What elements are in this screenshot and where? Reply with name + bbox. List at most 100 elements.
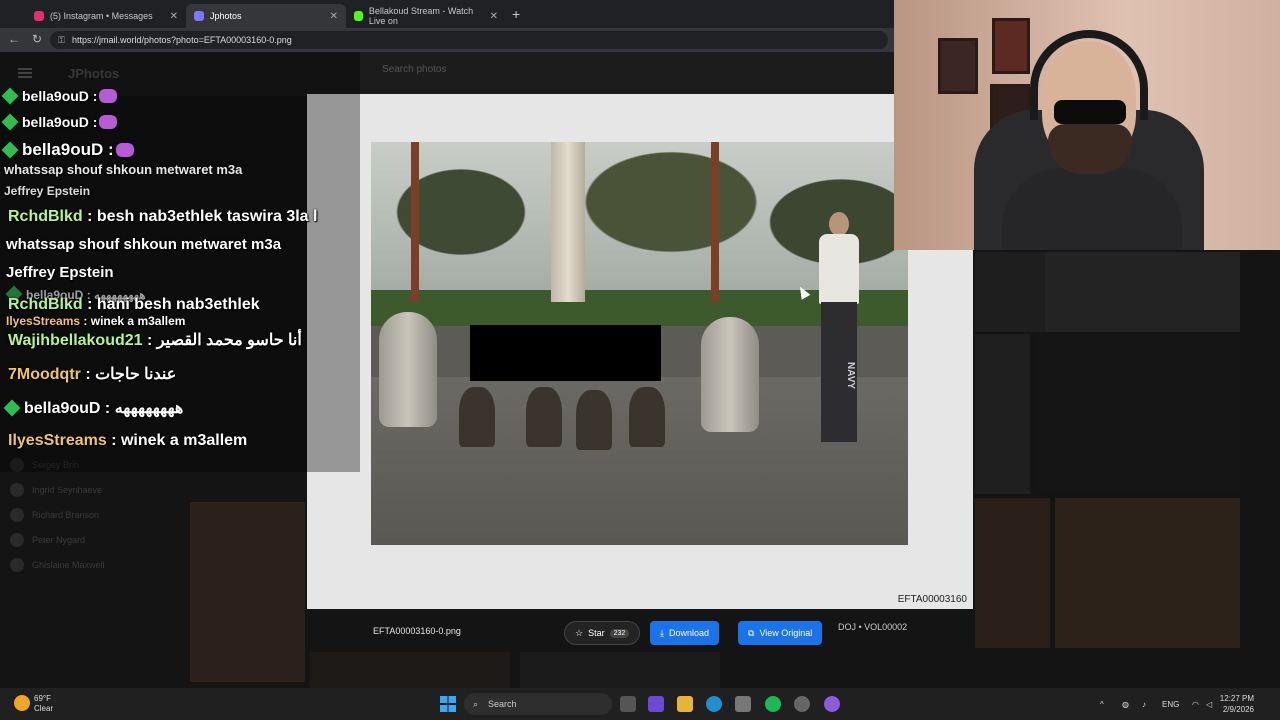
photo-man-shirt bbox=[819, 234, 859, 304]
chevron-up-icon[interactable]: ^ bbox=[1100, 700, 1104, 709]
language-indicator[interactable]: ENG bbox=[1162, 700, 1179, 709]
photo-thumbnail[interactable] bbox=[975, 252, 1045, 332]
list-item-label: Peter Nygard bbox=[32, 534, 86, 545]
photo-thumbnail[interactable] bbox=[1055, 498, 1240, 648]
verified-badge-icon bbox=[1, 87, 19, 105]
chat-separator: : bbox=[85, 366, 91, 383]
weather-icon bbox=[14, 695, 30, 711]
taskbar-search[interactable]: ⌕ Search bbox=[464, 693, 612, 715]
view-original-button[interactable]: ⧉ View Original bbox=[738, 621, 823, 645]
reload-icon[interactable]: ↻ bbox=[32, 32, 42, 46]
temperature: 69°F bbox=[34, 694, 51, 703]
back-icon[interactable]: ← bbox=[8, 32, 20, 46]
wifi-icon[interactable]: ◠ bbox=[1192, 700, 1199, 709]
avatar bbox=[10, 557, 24, 572]
url-text: https://jmail.world/photos?photo=EFTA000… bbox=[72, 35, 292, 45]
new-tab-icon[interactable]: + bbox=[512, 6, 520, 22]
photo-urn bbox=[701, 317, 759, 432]
clock[interactable]: 12:27 PM 2/9/2026 bbox=[1220, 693, 1254, 715]
chat-message: RchdBlkd : hani besh nab3ethlek bbox=[8, 296, 260, 314]
stream-chat-overlay: bella9ouD : bella9ouD : bella9ouD : what… bbox=[0, 52, 360, 472]
list-item-label: Ingrid Seynhaeve bbox=[32, 484, 103, 495]
search-input[interactable]: Search photos bbox=[382, 64, 682, 84]
photo-figure bbox=[526, 387, 562, 447]
download-button[interactable]: ⤓ Download bbox=[650, 621, 720, 645]
store-icon[interactable] bbox=[735, 696, 751, 712]
photo-pillar bbox=[551, 142, 585, 302]
avatar bbox=[10, 482, 24, 497]
photo-thumbnail[interactable] bbox=[520, 652, 720, 688]
chat-text: winek a m3allem bbox=[120, 432, 248, 449]
streamer-beard bbox=[1048, 124, 1132, 174]
photo-id: EFTA00003160 bbox=[897, 594, 967, 605]
tab-bellakoud-stream[interactable]: Bellakoud Stream - Watch Live on ✕ bbox=[346, 4, 506, 28]
tab-jphotos[interactable]: Jphotos ✕ bbox=[186, 4, 346, 28]
verified-badge-icon bbox=[1, 141, 19, 159]
photo-man: NAVY bbox=[811, 212, 869, 452]
star-button[interactable]: ☆ Star 232 bbox=[564, 621, 641, 645]
photo-man-head bbox=[829, 212, 849, 236]
chat-separator: : bbox=[107, 140, 114, 159]
address-bar: ← ↻ ⚿ https://jmail.world/photos?photo=E… bbox=[0, 28, 894, 52]
tab-instagram[interactable]: (5) Instagram • Messages ✕ bbox=[26, 4, 186, 28]
jphotos-icon bbox=[194, 11, 204, 21]
chat-message: bella9ouD : ههههههههه bbox=[3, 398, 183, 418]
list-item[interactable]: Richard Branson bbox=[10, 502, 105, 527]
chat-text: عندنا حاجات bbox=[95, 366, 177, 383]
chat-message: bella9ouD : bbox=[1, 87, 118, 105]
verified-badge-icon bbox=[1, 113, 19, 131]
photo-thumbnail[interactable] bbox=[310, 652, 510, 688]
emote-icon bbox=[99, 89, 118, 103]
chat-separator: : bbox=[87, 208, 93, 225]
photo-post bbox=[411, 142, 419, 302]
chat-separator: : bbox=[147, 332, 153, 349]
chat-separator: : bbox=[87, 296, 93, 313]
task-view-icon[interactable] bbox=[620, 696, 636, 712]
network-icon[interactable]: ◍ bbox=[1122, 700, 1129, 709]
list-item[interactable]: Peter Nygard bbox=[10, 527, 105, 552]
kick-icon bbox=[354, 11, 363, 21]
file-explorer-icon[interactable] bbox=[677, 696, 693, 712]
chat-separator: : bbox=[92, 88, 98, 104]
chrome-icon[interactable] bbox=[794, 696, 810, 712]
copilot-icon[interactable] bbox=[648, 696, 664, 712]
photo-thumbnail[interactable] bbox=[1035, 334, 1240, 494]
chat-username: bella9ouD bbox=[22, 88, 89, 104]
chat-text: besh nab3ethlek taswira 3la l bbox=[96, 208, 318, 225]
search-icon: ⌕ bbox=[473, 699, 479, 709]
spotify-icon[interactable] bbox=[765, 696, 781, 712]
chat-username: bella9ouD bbox=[22, 114, 89, 130]
chat-username: RchdBlkd bbox=[8, 208, 83, 225]
chat-message-overlap: Jeffrey Epstein bbox=[4, 184, 90, 198]
tab-bar: (5) Instagram • Messages ✕ Jphotos ✕ Bel… bbox=[0, 0, 894, 28]
url-field[interactable]: ⚿ https://jmail.world/photos?photo=EFTA0… bbox=[50, 31, 888, 49]
volume-icon[interactable]: ◁ bbox=[1206, 700, 1212, 709]
photo-thumbnail[interactable] bbox=[975, 334, 1030, 494]
list-item[interactable]: Ingrid Seynhaeve bbox=[10, 477, 105, 502]
close-icon[interactable]: ✕ bbox=[170, 11, 178, 22]
chat-text: أنا حاسو محمد القصير bbox=[156, 332, 302, 349]
chat-text-line: Jeffrey Epstein bbox=[6, 264, 114, 281]
streamer-shirt bbox=[1002, 168, 1182, 250]
close-icon[interactable]: ✕ bbox=[490, 11, 498, 22]
photo-thumbnail[interactable] bbox=[190, 502, 305, 682]
chat-username: IlyesStreams bbox=[8, 432, 107, 449]
photo-thumbnail[interactable] bbox=[975, 498, 1050, 648]
weather-condition: Clear bbox=[34, 704, 54, 713]
discord-icon[interactable] bbox=[824, 696, 840, 712]
verified-badge-icon bbox=[3, 399, 21, 417]
microphone-icon[interactable]: ♪ bbox=[1142, 700, 1146, 709]
instagram-icon bbox=[34, 11, 44, 21]
photo-thumbnail[interactable] bbox=[1045, 252, 1240, 332]
list-item[interactable]: Ghislaine Maxwell bbox=[10, 552, 105, 577]
weather-widget[interactable]: 69°F Clear bbox=[14, 694, 53, 714]
edge-icon[interactable] bbox=[706, 696, 722, 712]
webcam-overlay bbox=[894, 0, 1280, 250]
close-icon[interactable]: ✕ bbox=[330, 11, 338, 22]
chat-username: 7Moodqtr bbox=[8, 366, 81, 383]
windows-start-icon[interactable] bbox=[440, 696, 456, 712]
chat-message: bella9ouD : bbox=[1, 140, 134, 160]
chat-separator: : bbox=[83, 314, 88, 328]
site-info-icon[interactable]: ⚿ bbox=[58, 31, 65, 49]
tab-label: (5) Instagram • Messages bbox=[50, 11, 153, 21]
